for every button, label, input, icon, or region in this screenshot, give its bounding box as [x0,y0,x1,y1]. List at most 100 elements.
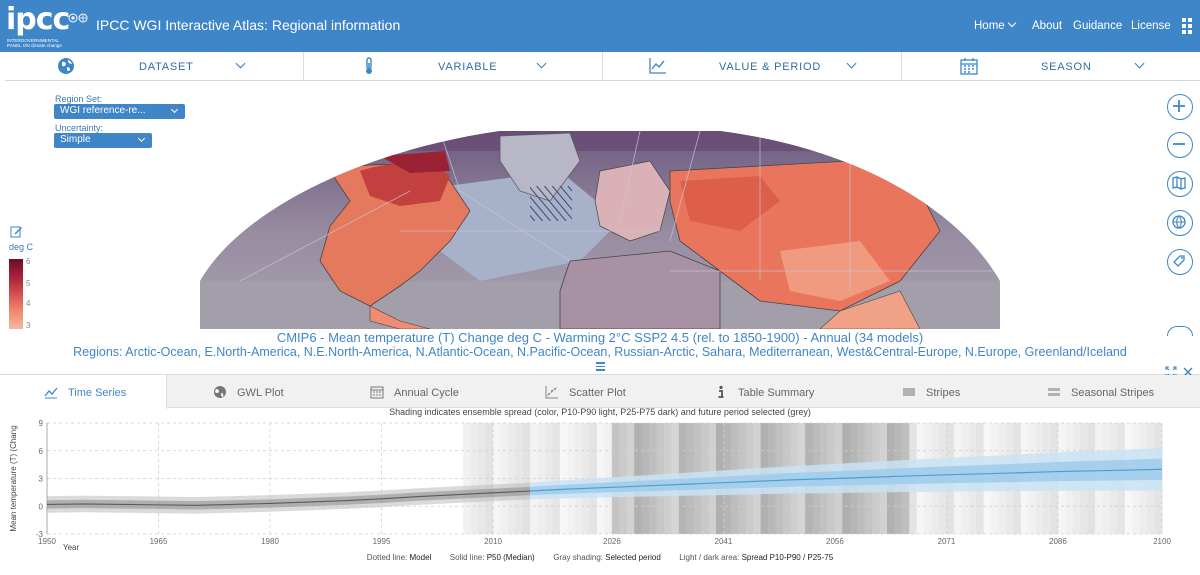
thermometer-icon [366,57,372,74]
legend-tick: 6 [26,257,31,266]
legend-tick: 5 [26,279,31,288]
x-tick-label: 2056 [826,537,844,546]
nav-about[interactable]: About [1032,20,1062,32]
x-tick-label: 2071 [938,537,956,546]
app-title: IPCC WGI Interactive Atlas: Regional inf… [96,17,401,33]
x-axis-label: Year [63,543,80,552]
region-set-label: Region Set: [55,94,103,104]
x-tick-label: 1980 [261,537,279,546]
gray-value: Selected period [605,553,661,562]
africa-land [559,250,721,329]
scatter-icon [545,386,558,399]
uncertainty-select[interactable]: Simple [54,133,152,148]
dataset-selector[interactable]: DATASET [5,52,304,81]
region-set-select[interactable]: WGI reference-re... [54,104,185,119]
tab-scatter-plot[interactable]: Scatter Plot [540,375,680,408]
chevron-down-icon [846,58,857,69]
zoom-out-button[interactable] [1167,132,1193,158]
un-emblem-icon [68,13,88,23]
y-tick-label: 6 [39,447,44,456]
calendar-icon [960,58,978,75]
chevron-down-icon [536,58,547,69]
season-selector[interactable]: SEASON [902,52,1200,81]
dotted-label: Dotted line: [366,553,408,562]
world-map[interactable] [200,131,1000,329]
tab-table-summary[interactable]: Table Summary [710,375,860,408]
dataset-title: CMIP6 - Mean temperature (T) Change deg … [276,330,924,345]
tab-seasonal-stripes[interactable]: Seasonal Stripes [1045,375,1195,408]
legend-unit: deg C [9,242,34,252]
nav-home-label: Home [974,20,1005,32]
tag-icon [1173,255,1185,267]
selection-toolbar: DATASET VARIABLE VALUE & PERIOD SEASON [5,52,1200,81]
chart-footer-legend: Dotted line: Model Solid line: P50 (Medi… [0,553,1200,562]
legend-tick: 4 [26,299,31,308]
globe-icon [58,58,74,74]
variable-label: VARIABLE [438,61,498,73]
uncertainty-hatch [530,186,572,221]
chevron-down-icon [170,105,179,114]
variable-selector[interactable]: VARIABLE [304,52,603,81]
tab-stripes[interactable]: Stripes [900,375,1020,408]
nav-guidance[interactable]: Guidance [1073,20,1122,32]
x-tick-label: 1950 [38,537,56,546]
ipcc-logo[interactable]: ipcc INTERGOVERNMENTAL PANEL ON climate … [6,2,94,48]
tab-annual-cycle[interactable]: Annual Cycle [360,375,500,408]
line-chart-icon [44,387,58,399]
nav-license[interactable]: License [1131,20,1171,32]
stripes-icon [903,388,915,396]
app-header: ipcc INTERGOVERNMENTAL PANEL ON climate … [0,0,1200,52]
chevron-down-icon [235,58,246,69]
projection-button[interactable] [1167,210,1193,236]
y-axis-label: Mean temperature (T) (Chang [9,425,18,531]
logo-text: ipcc [6,2,70,37]
plus-icon [1173,100,1185,112]
solid-value: P50 (Median) [486,553,535,562]
map-panel: Region Set: WGI reference-re... Uncertai… [0,81,1200,336]
minus-icon [1173,143,1185,145]
dataset-label: DATASET [139,61,194,73]
x-tick-label: 1995 [373,537,391,546]
dotted-value: Model [409,553,432,562]
regions-title: Regions: Arctic-Ocean, E.North-America, … [73,345,1127,359]
info-icon [718,385,724,398]
chevron-down-icon [1007,18,1016,28]
globe-icon [1172,215,1186,229]
tab-bar: Time Series GWL Plot Annual Cycle Scatte… [0,375,1200,409]
uncertainty-label: Uncertainty: [55,123,104,133]
tab-gwl-plot[interactable]: GWL Plot [200,375,320,408]
color-legend-bar [9,259,23,329]
nav-home[interactable]: Home [974,18,1016,32]
map-icon [1172,176,1186,190]
tab-label: Time Series [68,387,127,399]
uncertainty-value: Simple [60,134,91,145]
calendar-icon [370,386,384,399]
logo-subtitle: INTERGOVERNMENTAL PANEL ON climate chang… [7,38,62,48]
value-period-selector[interactable]: VALUE & PERIOD [603,52,902,81]
tab-label: Scatter Plot [569,387,626,399]
line-chart-icon [649,58,666,74]
tab-time-series[interactable]: Time Series [0,375,167,409]
edit-pencil-icon[interactable] [10,225,23,238]
x-tick-label: 1965 [150,537,168,546]
season-label: SEASON [1041,61,1092,73]
x-tick-label: 2100 [1153,537,1171,546]
panel-drag-handle-icon[interactable] [596,362,605,371]
map-layers-button[interactable] [1167,171,1193,197]
x-tick-label: 2026 [603,537,621,546]
tab-label: GWL Plot [237,387,284,399]
apps-grid-icon[interactable] [1182,18,1196,34]
x-tick-label: 2086 [1049,537,1067,546]
tag-button[interactable] [1167,249,1193,275]
solid-label: Solid line: [449,553,485,562]
time-series-chart[interactable]: -303691950 1965 1980 1995 2010 2026 2041 2056 20… [0,416,1200,552]
chevron-down-icon [1134,58,1145,69]
area-value: Spread P10-P90 / P25-75 [741,553,834,562]
x-tick-label: 2010 [484,537,502,546]
zoom-in-button[interactable] [1167,94,1193,120]
app-root: ipcc INTERGOVERNMENTAL PANEL ON climate … [0,0,1200,575]
value-period-label: VALUE & PERIOD [719,61,822,73]
area-label: Light / dark area: [679,553,740,562]
y-tick-label: 0 [39,502,44,511]
y-tick-label: 9 [39,419,44,428]
